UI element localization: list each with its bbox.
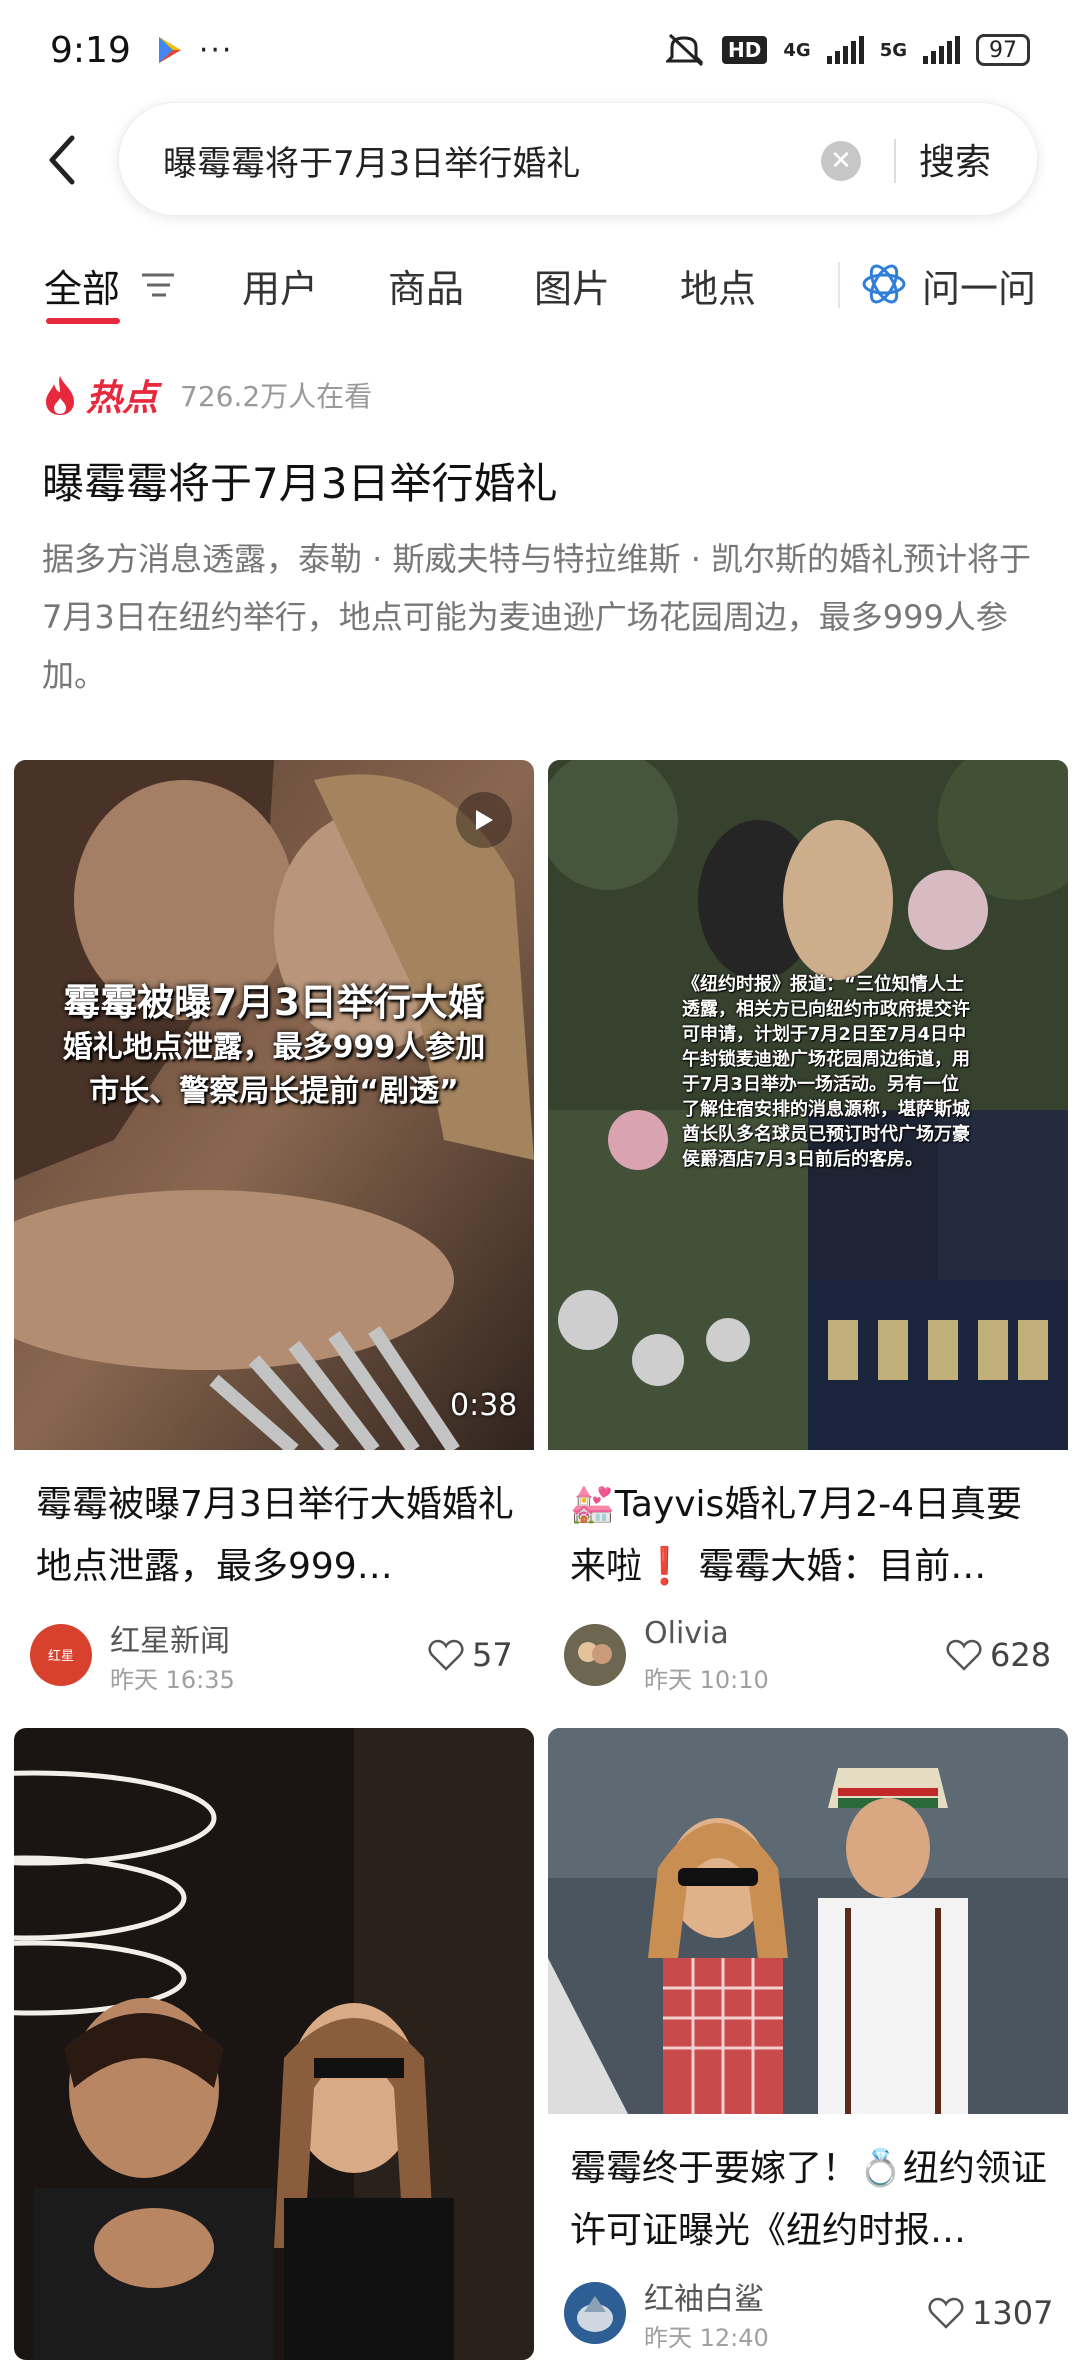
status-bar: 9:19 ··· HD 4G 5G 97	[0, 0, 1080, 100]
news-overlay-text: 《纽约时报》报道：“三位知情人士透露，相关方已向纽约市政府提交许可申请，计划于7…	[682, 974, 970, 1170]
heart-icon[interactable]	[928, 2297, 964, 2329]
avatar[interactable]	[564, 1624, 626, 1686]
mute-icon	[666, 33, 704, 67]
avatar[interactable]	[564, 2282, 626, 2344]
card-title[interactable]: 💒Tayvis婚礼7月2-4日真要来啦❗ 霉霉大婚：目前…	[570, 1474, 1050, 1598]
card-time: 昨天 12:40	[644, 2324, 769, 2352]
tab-ask[interactable]: 问一问	[922, 258, 1036, 313]
clear-icon[interactable]: ✕	[821, 141, 861, 181]
video-duration: 0:38	[450, 1388, 518, 1423]
filter-icon[interactable]	[140, 270, 176, 300]
like-count: 628	[990, 1636, 1052, 1674]
avatar[interactable]: 红星	[30, 1624, 92, 1686]
more-notifications-icon: ···	[198, 32, 234, 68]
search-divider	[894, 139, 896, 183]
tab-products[interactable]: 商品	[388, 258, 464, 313]
like-button[interactable]: 57	[428, 1636, 513, 1674]
card-time: 昨天 10:10	[644, 1666, 769, 1694]
card-title[interactable]: 霉霉终于要嫁了！💍纽约领证许可证曝光《纽约时报…	[570, 2138, 1050, 2262]
hot-title[interactable]: 曝霉霉将于7月3日举行婚礼	[42, 450, 557, 511]
hd-badge: HD	[722, 36, 768, 64]
video-overlay-line1: 霉霉被曝7月3日举行大婚	[63, 981, 485, 1024]
category-tabs: 全部 用户 商品 图片 地点 问一问	[0, 240, 1080, 330]
flame-icon	[46, 376, 74, 415]
tab-places[interactable]: 地点	[680, 258, 756, 313]
feed-card[interactable]	[14, 1728, 534, 2360]
card-author[interactable]: Olivia	[644, 1616, 729, 1651]
avatar-logo-text: 红星	[48, 1648, 74, 1664]
feed-card[interactable]: 《纽约时报》报道：“三位知情人士透露，相关方已向纽约市政府提交许可申请，计划于7…	[548, 760, 1068, 1700]
ask-ai-icon[interactable]	[860, 260, 908, 308]
search-header: 曝霉霉将于7月3日举行婚礼 ✕ 搜索	[0, 100, 1080, 220]
search-button[interactable]: 搜索	[919, 133, 991, 185]
tab-images[interactable]: 图片	[534, 258, 610, 313]
network-4g-label: 4G	[783, 39, 811, 61]
search-input[interactable]: 曝霉霉将于7月3日举行婚礼	[163, 136, 580, 185]
back-arrow-icon[interactable]	[42, 130, 82, 190]
tab-all[interactable]: 全部	[44, 258, 120, 313]
hot-views-count: 726.2万人在看	[180, 380, 373, 413]
signal-5g-icon	[923, 36, 960, 64]
card-title[interactable]: 霉霉被曝7月3日举行大婚婚礼地点泄露，最多999…	[36, 1474, 516, 1598]
heart-icon[interactable]	[428, 1639, 464, 1671]
feed-card[interactable]: 霉霉终于要嫁了！💍纽约领证许可证曝光《纽约时报… 红袖白鲨 昨天 12:40 1…	[548, 1728, 1068, 2360]
search-box[interactable]: 曝霉霉将于7月3日举行婚礼 ✕ 搜索	[118, 102, 1038, 216]
card-author[interactable]: 红星新闻	[110, 1616, 230, 1660]
heart-icon[interactable]	[946, 1639, 982, 1671]
like-count: 1307	[972, 2294, 1054, 2332]
card-image[interactable]	[14, 1728, 534, 2360]
like-count: 57	[472, 1636, 513, 1674]
like-button[interactable]: 628	[946, 1636, 1051, 1674]
network-5g-label: 5G	[879, 39, 907, 61]
battery-icon: 97	[976, 34, 1030, 66]
like-button[interactable]: 1307	[928, 2294, 1053, 2332]
tab-users[interactable]: 用户	[242, 258, 318, 313]
play-store-icon	[158, 37, 181, 63]
card-image[interactable]	[548, 1728, 1068, 2114]
feed-card[interactable]: 霉霉被曝7月3日举行大婚 婚礼地点泄露，最多999人参加 市长、警察局长提前“剧…	[14, 760, 534, 1700]
hot-header: 热点 726.2万人在看	[42, 370, 372, 420]
video-overlay-line2: 婚礼地点泄露，最多999人参加	[62, 1030, 486, 1065]
tab-separator	[838, 262, 840, 308]
card-author[interactable]: 红袖白鲨	[644, 2274, 764, 2318]
status-time: 9:19	[50, 29, 131, 71]
play-icon[interactable]	[456, 792, 512, 848]
card-time: 昨天 16:35	[110, 1666, 235, 1694]
signal-4g-icon	[826, 36, 864, 64]
hot-badge: 热点	[86, 378, 159, 419]
active-tab-indicator	[46, 318, 120, 324]
battery-level: 97	[989, 37, 1017, 63]
hot-description: 据多方消息透露，泰勒 · 斯威夫特与特拉维斯 · 凯尔斯的婚礼预计将于7月3日在…	[42, 540, 1032, 694]
video-overlay-line3: 市长、警察局长提前“剧透”	[89, 1074, 459, 1109]
